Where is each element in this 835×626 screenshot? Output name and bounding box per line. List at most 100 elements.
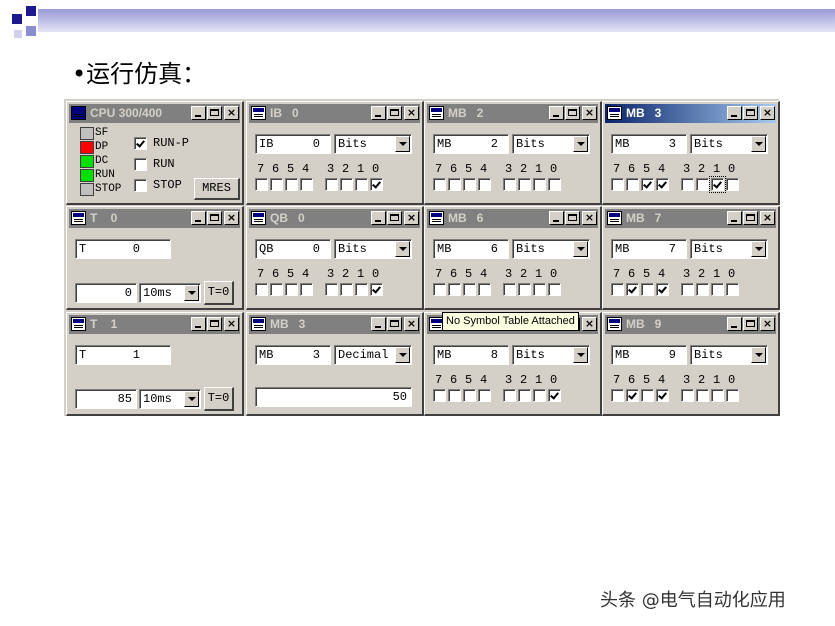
bit-checkbox[interactable]	[503, 283, 516, 296]
bit-checkbox[interactable]	[696, 389, 709, 402]
mode-checkbox[interactable]	[134, 137, 147, 150]
bit-checkbox[interactable]	[681, 178, 694, 191]
bit-checkbox[interactable]	[611, 283, 624, 296]
chevron-down-icon[interactable]	[751, 241, 766, 257]
bit-checkbox[interactable]	[370, 283, 383, 296]
bit-checkbox[interactable]	[448, 283, 461, 296]
bit-checkbox[interactable]	[641, 389, 654, 402]
address-field[interactable]: MB 7	[611, 239, 687, 259]
timer-reset-button[interactable]: T=0	[204, 387, 234, 411]
close-button[interactable]: ×	[582, 211, 597, 225]
bit-checkbox[interactable]	[463, 283, 476, 296]
close-button[interactable]: ×	[404, 106, 419, 120]
maximize-button[interactable]	[743, 317, 758, 331]
chevron-down-icon[interactable]	[573, 347, 588, 363]
timer-value-field[interactable]: 85	[75, 389, 137, 409]
maximize-button[interactable]	[387, 211, 402, 225]
address-field[interactable]: MB 3	[611, 134, 687, 154]
value-field[interactable]: 50	[255, 387, 412, 407]
timer-value-field[interactable]: 0	[75, 283, 137, 303]
address-field[interactable]: MB 8	[433, 345, 509, 365]
mode-checkbox[interactable]	[134, 158, 147, 171]
bit-checkbox[interactable]	[518, 389, 531, 402]
close-button[interactable]: ×	[404, 211, 419, 225]
maximize-button[interactable]	[565, 106, 580, 120]
maximize-button[interactable]	[565, 211, 580, 225]
minimize-button[interactable]	[191, 211, 206, 225]
address-field[interactable]: MB 2	[433, 134, 509, 154]
title-bar[interactable]: IB 0 ×	[249, 104, 420, 123]
bit-checkbox[interactable]	[255, 178, 268, 191]
maximize-button[interactable]	[207, 106, 222, 120]
minimize-button[interactable]	[371, 106, 386, 120]
bit-checkbox[interactable]	[448, 178, 461, 191]
bit-checkbox[interactable]	[611, 389, 624, 402]
maximize-button[interactable]	[387, 106, 402, 120]
bit-checkbox[interactable]	[270, 283, 283, 296]
minimize-button[interactable]	[727, 317, 742, 331]
format-select[interactable]: Bits	[512, 134, 590, 154]
title-bar[interactable]: MB 3 ×	[605, 104, 776, 123]
close-button[interactable]: ×	[224, 317, 239, 331]
bit-checkbox[interactable]	[270, 178, 283, 191]
chevron-down-icon[interactable]	[184, 285, 199, 301]
bit-checkbox[interactable]	[548, 178, 561, 191]
close-button[interactable]: ×	[224, 211, 239, 225]
bit-checkbox[interactable]	[611, 178, 624, 191]
bit-checkbox[interactable]	[433, 178, 446, 191]
format-select[interactable]: Bits	[690, 134, 768, 154]
bit-checkbox[interactable]	[340, 283, 353, 296]
bit-checkbox[interactable]	[726, 389, 739, 402]
title-bar[interactable]: T 1 ×	[69, 315, 240, 334]
title-bar[interactable]: MB 2 ×	[427, 104, 598, 123]
minimize-button[interactable]	[549, 211, 564, 225]
maximize-button[interactable]	[207, 317, 222, 331]
bit-checkbox[interactable]	[709, 176, 726, 193]
minimize-button[interactable]	[727, 211, 742, 225]
address-field[interactable]: T0	[75, 239, 171, 259]
bit-checkbox[interactable]	[711, 389, 724, 402]
bit-checkbox[interactable]	[478, 178, 491, 191]
bit-checkbox[interactable]	[285, 283, 298, 296]
chevron-down-icon[interactable]	[573, 241, 588, 257]
bit-checkbox[interactable]	[503, 389, 516, 402]
address-field[interactable]: IB 0	[255, 134, 331, 154]
minimize-button[interactable]	[191, 317, 206, 331]
title-bar[interactable]: CPU 300/400 ×	[69, 104, 240, 123]
close-button[interactable]: ×	[224, 106, 239, 120]
mres-button[interactable]: MRES	[194, 178, 240, 200]
close-button[interactable]: ×	[760, 317, 775, 331]
bit-checkbox[interactable]	[696, 283, 709, 296]
bit-checkbox[interactable]	[726, 178, 739, 191]
title-bar[interactable]: QB 0 ×	[249, 209, 420, 228]
bit-checkbox[interactable]	[626, 178, 639, 191]
minimize-button[interactable]	[727, 106, 742, 120]
maximize-button[interactable]	[743, 211, 758, 225]
bit-checkbox[interactable]	[518, 283, 531, 296]
format-select[interactable]: Decimal	[334, 345, 412, 365]
close-button[interactable]: ×	[582, 106, 597, 120]
bit-checkbox[interactable]	[355, 283, 368, 296]
format-select[interactable]: Bits	[512, 345, 590, 365]
bit-checkbox[interactable]	[681, 389, 694, 402]
bit-checkbox[interactable]	[478, 283, 491, 296]
chevron-down-icon[interactable]	[751, 136, 766, 152]
title-bar[interactable]: MB 3 ×	[249, 315, 420, 334]
maximize-button[interactable]	[387, 317, 402, 331]
minimize-button[interactable]	[371, 317, 386, 331]
title-bar[interactable]: MB 6 ×	[427, 209, 598, 228]
bit-checkbox[interactable]	[533, 283, 546, 296]
title-bar[interactable]: T 0 ×	[69, 209, 240, 228]
bit-checkbox[interactable]	[300, 283, 313, 296]
bit-checkbox[interactable]	[463, 178, 476, 191]
address-field[interactable]: MB 3	[255, 345, 331, 365]
maximize-button[interactable]	[743, 106, 758, 120]
format-select[interactable]: Bits	[690, 345, 768, 365]
chevron-down-icon[interactable]	[395, 136, 410, 152]
bit-checkbox[interactable]	[255, 283, 268, 296]
format-select[interactable]: Bits	[690, 239, 768, 259]
bit-checkbox[interactable]	[300, 178, 313, 191]
bit-checkbox[interactable]	[355, 178, 368, 191]
bit-checkbox[interactable]	[656, 389, 669, 402]
bit-checkbox[interactable]	[340, 178, 353, 191]
